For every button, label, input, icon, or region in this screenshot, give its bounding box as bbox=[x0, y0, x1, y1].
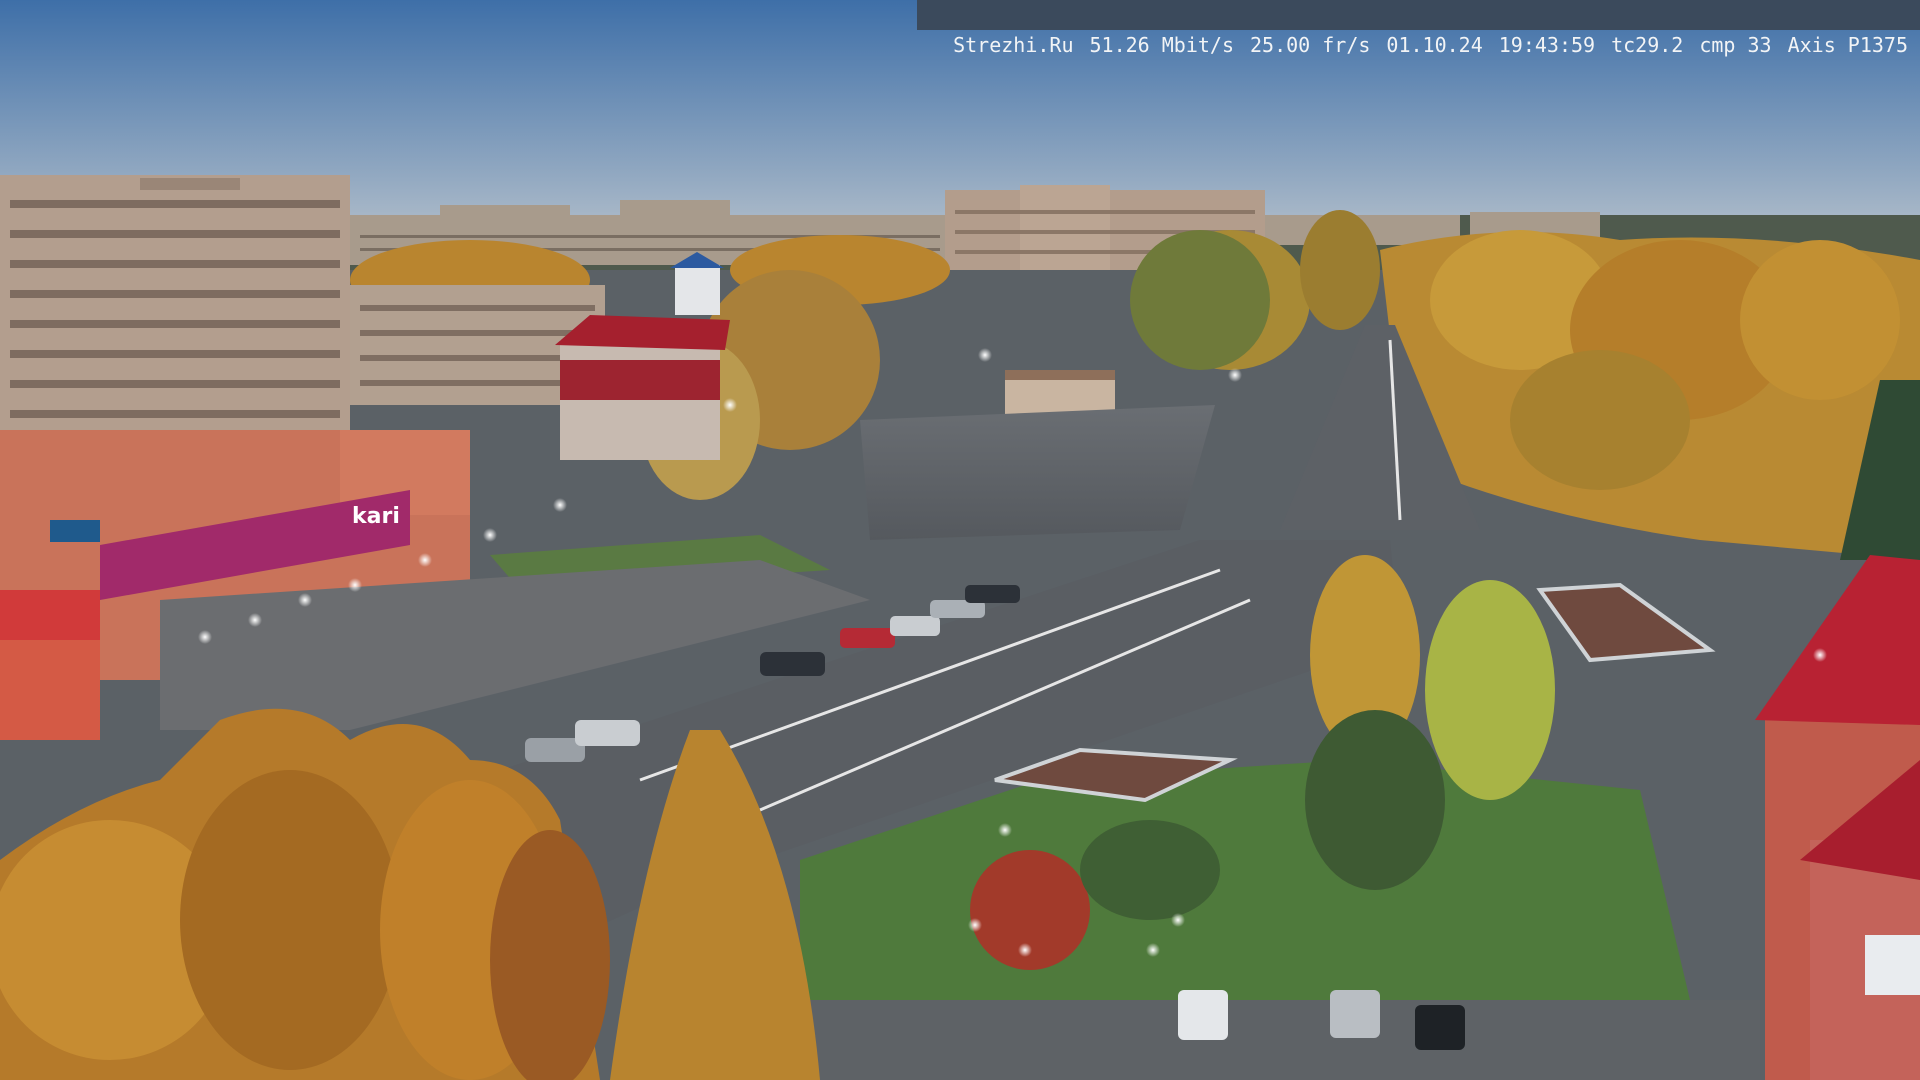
kari-store-sign: kari bbox=[352, 504, 400, 529]
red-roof-building bbox=[555, 315, 730, 460]
osd-bitrate: 51.26 Mbit/s bbox=[1089, 33, 1235, 57]
webcam-scene: kari bbox=[0, 0, 1920, 1080]
osd-tc: tc29.2 bbox=[1611, 33, 1684, 57]
osd-cmp: cmp 33 bbox=[1699, 33, 1772, 57]
central-plaza bbox=[860, 405, 1215, 540]
osd-site: Strezhi.Ru bbox=[953, 33, 1074, 57]
osd-time: 19:43:59 bbox=[1498, 33, 1596, 57]
camera-osd-overlay: Strezhi.Ru 51.26 Mbit/s 25.00 fr/s 01.10.24… bbox=[916, 0, 1920, 57]
parking-strip bbox=[780, 1000, 1760, 1080]
osd-camera-model: Axis P1375 bbox=[1787, 33, 1908, 57]
osd-framerate: 25.00 fr/s bbox=[1250, 33, 1371, 57]
osd-date: 01.10.24 bbox=[1386, 33, 1483, 57]
